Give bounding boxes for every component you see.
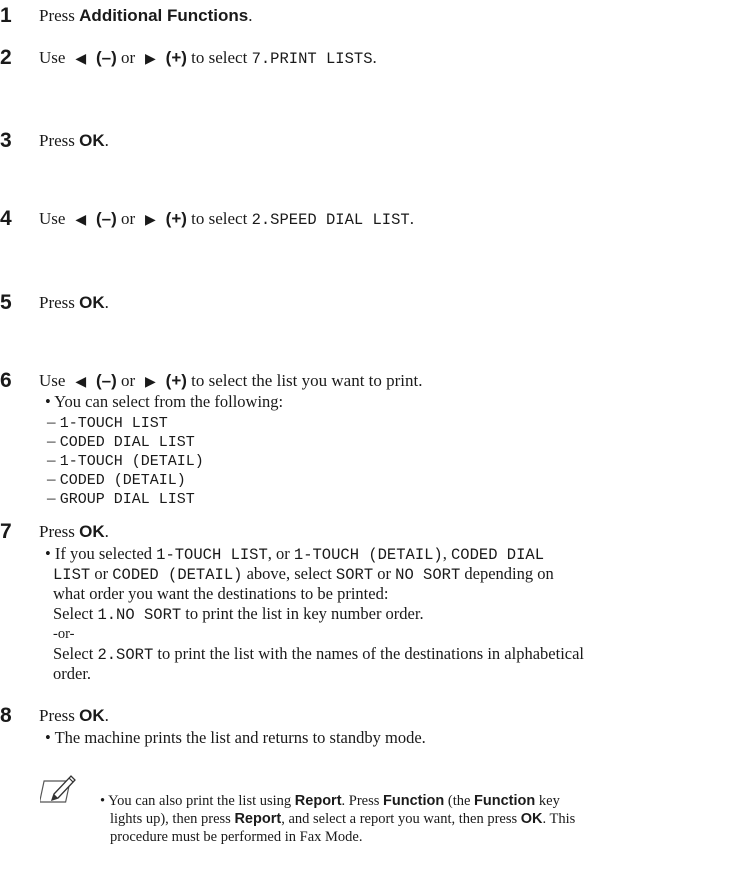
note-text-line: procedure must be performed in Fax Mode. (110, 829, 363, 845)
step-text: Use ◀ (–) or ▶ (+) to select 2.SPEED DIA… (39, 208, 414, 232)
step-text: Use ◀ (–) or ▶ (+) to select 7.PRINT LIS… (39, 47, 377, 71)
step-number: 2 (0, 46, 12, 69)
step-7-text-line: • If you selected 1-TOUCH LIST, or 1-TOU… (45, 544, 544, 564)
step-7-text-line: what order you want the destinations to … (53, 584, 389, 603)
list-option: – CODED DIAL LIST (47, 431, 195, 451)
key-label: OK (79, 522, 105, 541)
step-number: 5 (0, 291, 12, 314)
step-7-text-line: Select 1.NO SORT to print the list in ke… (53, 604, 424, 624)
step-7-text-line: Select 2.SORT to print the list with the… (53, 644, 585, 664)
right-arrow-icon: ▶ (145, 213, 156, 228)
key-label: Additional Functions (79, 6, 249, 25)
key-label: OK (79, 706, 105, 725)
list-option: – CODED (DETAIL) (47, 469, 186, 489)
right-arrow-icon: ▶ (145, 52, 156, 67)
key-label: OK (79, 293, 105, 312)
display-text: 2.SPEED DIAL LIST (251, 211, 410, 229)
step-number: 1 (0, 4, 12, 27)
step-8-bullet: • The machine prints the list and return… (45, 728, 426, 747)
list-option: – 1-TOUCH LIST (47, 412, 168, 432)
list-option: – 1-TOUCH (DETAIL) (47, 450, 204, 470)
step-text: Press OK. (39, 293, 109, 312)
step-7-text-line: -or- (53, 626, 75, 642)
step-number: 8 (0, 704, 12, 727)
left-arrow-icon: ◀ (75, 375, 87, 390)
step-text: Press Additional Functions. (39, 6, 253, 25)
step-number: 3 (0, 129, 12, 152)
left-arrow-icon: ◀ (75, 52, 87, 67)
step-6-bullet: • You can select from the following: (45, 392, 284, 411)
note-text-line: lights up), then press Report, and selec… (110, 811, 576, 827)
step-number: 6 (0, 369, 12, 392)
step-number: 4 (0, 207, 12, 230)
step-text: Use ◀ (–) or ▶ (+) to select the list yo… (39, 370, 423, 394)
step-text: Press OK. (39, 706, 109, 725)
list-option: – GROUP DIAL LIST (47, 488, 195, 508)
step-text: Press OK. (39, 131, 109, 150)
note-text-line: • You can also print the list using Repo… (100, 793, 560, 809)
step-7-text-line: LIST or CODED (DETAIL) above, select SOR… (53, 564, 554, 584)
pencil-note-icon (40, 775, 76, 803)
key-label: OK (79, 131, 105, 150)
display-text: 7.PRINT LISTS (251, 50, 373, 68)
step-text: Press OK. (39, 522, 109, 541)
right-arrow-icon: ▶ (145, 375, 156, 390)
step-7-text-line: order. (53, 664, 92, 683)
left-arrow-icon: ◀ (75, 213, 87, 228)
step-number: 7 (0, 520, 12, 543)
